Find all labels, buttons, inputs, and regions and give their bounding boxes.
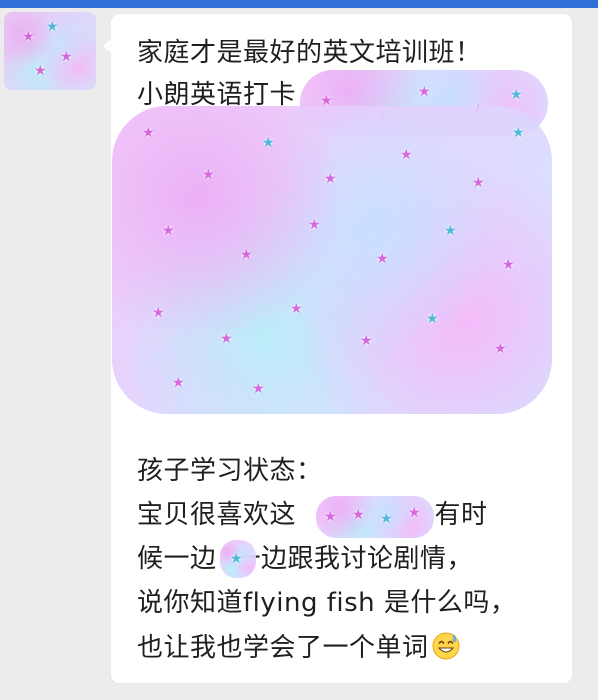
star-icon: ★	[22, 29, 35, 45]
star-icon: ★	[60, 49, 73, 65]
star-icon: ★	[152, 305, 165, 321]
message-line-discuss: 候一边 一边跟我讨论剧情，	[137, 542, 473, 576]
message-line-title: 家庭才是最好的英文培训班！	[137, 38, 482, 68]
star-icon: ★	[262, 135, 275, 151]
redaction-sticker: ★	[220, 540, 256, 578]
star-icon: ★	[444, 223, 457, 239]
star-icon: ★	[352, 507, 365, 523]
star-icon: ★	[34, 63, 47, 79]
star-icon: ★	[290, 301, 303, 317]
grinning-face-with-sweat-icon	[432, 632, 460, 660]
star-icon: ★	[240, 247, 253, 263]
star-icon: ★	[142, 125, 155, 141]
top-status-bar	[0, 0, 598, 8]
star-icon: ★	[400, 147, 413, 163]
star-icon: ★	[324, 171, 337, 187]
star-icon: ★	[494, 341, 507, 357]
star-icon: ★	[418, 84, 431, 100]
star-icon: ★	[472, 175, 485, 191]
star-icon: ★	[360, 333, 373, 349]
star-icon: ★	[202, 167, 215, 183]
star-icon: ★	[252, 381, 265, 397]
star-icon: ★	[230, 551, 243, 567]
star-icon: ★	[162, 223, 175, 239]
message-text: 一边跟我讨论剧情，	[234, 544, 474, 574]
sender-avatar[interactable]: ★ ★ ★ ★	[4, 12, 96, 90]
message-line-status-label: 孩子学习状态：	[137, 456, 323, 486]
message-line-like: 宝贝很喜欢这 ，有时	[137, 498, 488, 532]
star-icon: ★	[46, 19, 59, 35]
message-line-word: 也让我也学会了一个单词	[137, 631, 461, 665]
star-icon: ★	[220, 331, 233, 347]
star-icon: ★	[510, 87, 523, 103]
star-icon: ★	[324, 509, 337, 525]
star-icon: ★	[376, 251, 389, 267]
message-text: 宝贝很喜欢这	[137, 500, 297, 530]
message-line-flying-fish: 说你知道flying fish 是什么吗，	[137, 588, 517, 618]
message-text: 候一边	[137, 544, 217, 574]
star-icon: ★	[172, 375, 185, 391]
redaction-sticker: ★ ★ ★ ★ ★ ★ ★ ★ ★ ★ ★ ★ ★ ★ ★ ★ ★ ★ ★ ★ …	[112, 106, 552, 414]
message-text: 也让我也学会了一个单词	[137, 633, 429, 663]
star-icon: ★	[308, 217, 321, 233]
star-icon: ★	[502, 257, 515, 273]
star-icon: ★	[380, 511, 393, 527]
redaction-sticker: ★ ★ ★ ★	[316, 496, 434, 538]
star-icon: ★	[512, 125, 525, 141]
star-icon: ★	[426, 311, 439, 327]
star-icon: ★	[408, 505, 421, 521]
